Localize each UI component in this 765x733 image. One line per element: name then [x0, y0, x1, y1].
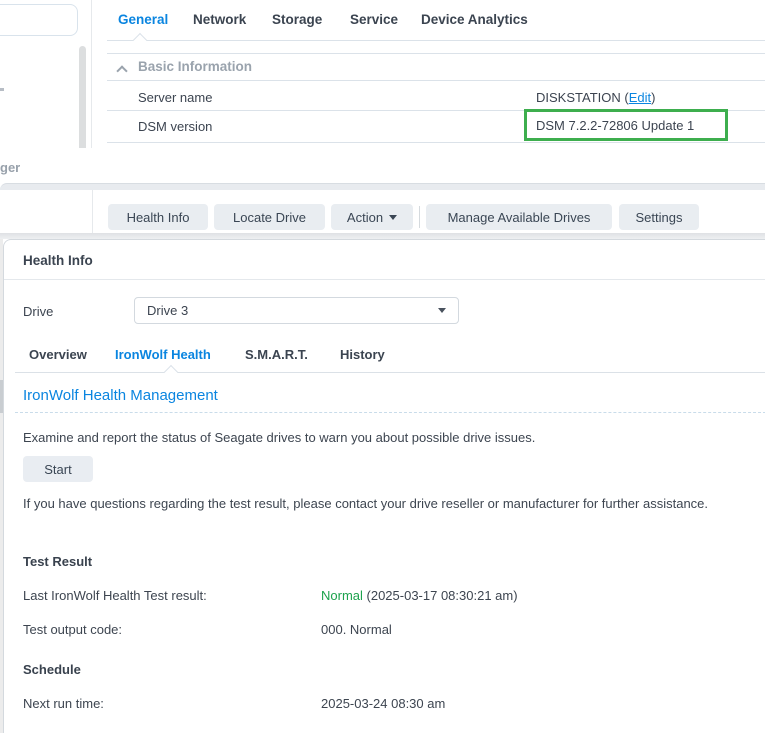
dialog-title: Health Info [23, 253, 93, 268]
ironwolf-description: Examine and report the status of Seagate… [23, 427, 753, 448]
server-name-label: Server name [138, 90, 212, 105]
health-info-button[interactable]: Health Info [108, 204, 208, 230]
tab-service[interactable]: Service [350, 12, 398, 27]
test-result-heading: Test Result [23, 554, 92, 569]
start-test-button[interactable]: Start [23, 456, 93, 482]
window-title-fragment: ger [0, 160, 20, 175]
search-box[interactable] [0, 4, 78, 36]
output-code-value: 000. Normal [321, 622, 392, 637]
tab-storage[interactable]: Storage [272, 12, 322, 27]
dsm-version-value: DSM 7.2.2-72806 Update 1 [536, 118, 694, 133]
dialog-header-divider [4, 279, 765, 280]
output-code-label: Test output code: [23, 622, 122, 637]
tab-network[interactable]: Network [193, 12, 246, 27]
next-run-value: 2025-03-24 08:30 am [321, 696, 445, 711]
active-tab-notch [133, 33, 147, 47]
panel-top-edge [0, 183, 765, 190]
next-run-label: Next run time: [23, 696, 104, 711]
control-panel-window: General Network Storage Service Device A… [0, 0, 765, 148]
schedule-heading: Schedule [23, 662, 81, 677]
edit-server-name-link[interactable]: Edit [629, 90, 651, 105]
drive-field-label: Drive [23, 304, 53, 319]
last-result-label: Last IronWolf Health Test result: [23, 588, 207, 603]
manage-available-drives-button[interactable]: Manage Available Drives [426, 204, 612, 230]
row-divider [107, 80, 765, 81]
tabs-divider [107, 40, 765, 41]
dsm-version-highlight: DSM 7.2.2-72806 Update 1 [524, 109, 728, 141]
dialog-tabs-divider [15, 372, 765, 373]
clipped-text-fragment [0, 88, 4, 91]
support-note: If you have questions regarding the test… [23, 493, 749, 514]
sidebar-scrollbar[interactable] [79, 46, 86, 148]
action-dropdown-button[interactable]: Action [331, 204, 413, 230]
dialog-tab-ironwolf-health[interactable]: IronWolf Health [115, 347, 211, 362]
collapse-chevron-icon[interactable] [118, 62, 126, 80]
screen: General Network Storage Service Device A… [0, 0, 765, 733]
tab-device-analytics[interactable]: Device Analytics [421, 12, 528, 27]
settings-button[interactable]: Settings [619, 204, 699, 230]
health-info-dialog: Health Info Drive Drive 3 Overview IronW… [3, 239, 765, 733]
dashed-divider [15, 412, 765, 413]
dialog-tab-history[interactable]: History [340, 347, 385, 362]
dialog-tab-smart[interactable]: S.M.A.R.T. [245, 347, 308, 362]
row-divider [107, 142, 765, 143]
tab-general[interactable]: General [118, 12, 168, 27]
last-result-value: Normal (2025-03-17 08:30:21 am) [321, 588, 518, 603]
drive-select[interactable]: Drive 3 [134, 297, 459, 324]
locate-drive-button[interactable]: Locate Drive [214, 204, 325, 230]
status-normal-badge: Normal [321, 588, 363, 603]
sidebar-divider [91, 0, 92, 148]
toolbar-separator [419, 206, 420, 228]
panel-divider [92, 190, 93, 234]
server-name-value: DISKSTATION (Edit) [536, 90, 655, 105]
dialog-tab-overview[interactable]: Overview [29, 347, 87, 362]
active-tab-notch [164, 365, 178, 379]
section-top-divider [107, 53, 765, 54]
caret-down-icon [389, 215, 397, 220]
drive-select-value: Drive 3 [147, 303, 438, 318]
ironwolf-section-heading: IronWolf Health Management [23, 387, 218, 404]
dsm-version-label: DSM version [138, 119, 212, 134]
dropdown-caret-icon [438, 308, 446, 313]
section-title: Basic Information [138, 59, 252, 74]
